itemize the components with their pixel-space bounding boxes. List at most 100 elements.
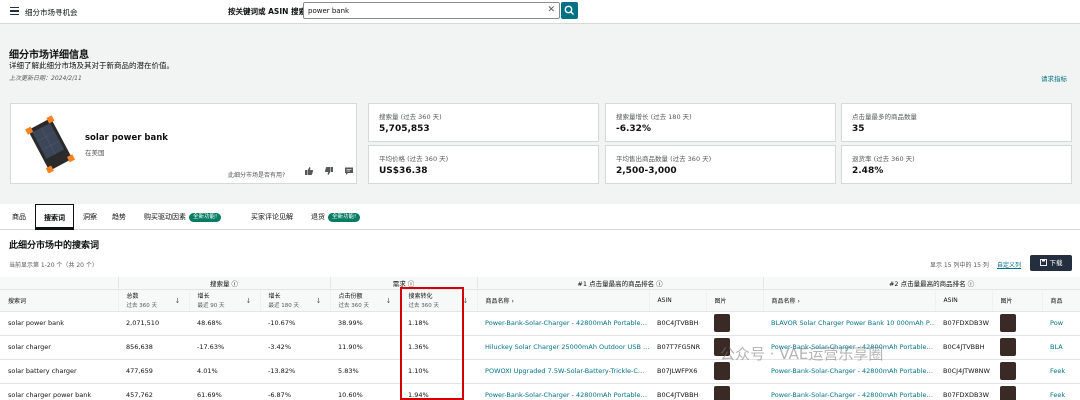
col-image-2: 图片 [992, 289, 1043, 312]
metric-search-volume: 搜索量 (过去 360 天) 5,705,853 [368, 103, 599, 142]
tab-bar: 商品 搜索词 洞察 趋势 购买驱动因素 全新功能! 买家评论见解 退货 全新功能! [0, 204, 1080, 230]
tab-search-terms[interactable]: 搜索词 [35, 204, 74, 230]
col-growth-180[interactable]: 增长 最近 180 天 ↓ [260, 289, 331, 312]
product-link[interactable]: Power-Bank-Solar-Charger - 42800mAh Port… [763, 359, 936, 384]
col-asin-2[interactable]: ASIN [935, 289, 993, 312]
col-growth-90[interactable]: 增长 最近 90 天 ↓ [189, 289, 261, 312]
metric-label: 平均价格 (过去 360 天) [379, 155, 449, 163]
group-top1-product: #1 点击量最高的商品排名 ⓘ [477, 277, 764, 290]
tab-products[interactable]: 商品 [12, 204, 26, 230]
table-row: solar charger 856,638 -17.63% -3.42% 11.… [0, 335, 1080, 360]
product-link[interactable]: Hiluckey Solar Charger 25000mAh Outdoor … [477, 335, 650, 360]
page-subtitle: 详细了解此细分市场及其对于新商品的潜在价值。 [9, 61, 174, 70]
sort-arrow-icon: ↓ [385, 296, 392, 305]
product-thumbnail[interactable] [1000, 314, 1017, 332]
title-area: 细分市场详细信息 详细了解此细分市场及其对于新商品的潜在价值。 上次更新日期：2… [0, 25, 1080, 93]
product-thumbnail[interactable] [714, 338, 731, 356]
metric-value: 35 [852, 124, 865, 134]
product-thumbnail[interactable] [714, 386, 731, 400]
product-link[interactable]: Power-Bank-Solar-Charger - 42800mAh Port… [763, 383, 936, 400]
metric-label: 点击量最多的商品数量 [852, 113, 917, 121]
col-product-name-2[interactable]: 商品名称 › [763, 289, 936, 312]
search-icon [564, 5, 575, 16]
sort-arrow-icon: ↓ [174, 296, 181, 305]
product-thumbnail[interactable] [714, 362, 731, 380]
metric-return-rate: 退货率 (过去 360 天) 2.48% [841, 145, 1072, 184]
product-link[interactable]: Power-Bank-Solar-Charger - 42800mAh Port… [477, 383, 650, 400]
tab-trends[interactable]: 趋势 [112, 204, 126, 230]
metric-value: 5,705,853 [379, 124, 430, 134]
col-total[interactable]: 总数 过去 360 天 ↓ [118, 289, 190, 312]
table-row: solar charger power bank 457,762 61.69% … [0, 383, 1080, 400]
new-feature-badge: 全新功能! [328, 212, 361, 222]
tab-purchase-drivers[interactable]: 购买驱动因素 全新功能! [144, 204, 222, 230]
product-link[interactable]: Pow [1042, 311, 1080, 336]
menu-icon[interactable] [10, 7, 19, 16]
thumbs-down-icon[interactable] [324, 166, 334, 176]
cell-search-term[interactable]: solar battery charger [0, 359, 118, 384]
cell-search-term[interactable]: solar charger power bank [0, 383, 118, 400]
tab-returns[interactable]: 退货 全新功能! [311, 204, 361, 230]
col-search-term[interactable]: 搜索词 [0, 289, 119, 312]
search-box: ✕ [303, 2, 560, 19]
sort-arrow-icon: ↓ [315, 296, 322, 305]
metric-label: 退货率 (过去 360 天) [852, 155, 915, 163]
tab-insights[interactable]: 洞察 [83, 204, 97, 230]
close-icon[interactable]: ✕ [547, 5, 555, 16]
metric-top-clicked-count: 点击量最多的商品数量 35 [841, 103, 1072, 142]
product-link[interactable]: BLAVOR Solar Charger Power Bank 10 000mA… [763, 311, 936, 336]
product-name: solar power bank [85, 133, 168, 143]
cell-search-term[interactable]: solar power bank [0, 311, 118, 336]
download-button[interactable]: 下载 [1030, 255, 1072, 271]
table-row: solar battery charger 477,659 4.01% -13.… [0, 359, 1080, 384]
product-link[interactable]: BLA [1042, 335, 1080, 360]
col-image-1: 图片 [706, 289, 764, 312]
col-product-name-1[interactable]: 商品名称 › [477, 289, 650, 312]
product-link[interactable]: Power-Bank-Solar-Charger - 42800mAh Port… [477, 311, 650, 336]
product-link[interactable]: Power-Bank-Solar-Charger - 42800mAh Port… [763, 335, 936, 360]
column-count: 显示 15 列中的 15 列 [930, 262, 989, 269]
group-demand: 需求 ⓘ [330, 277, 478, 290]
search-label: 按关键词或 ASIN 搜索 [228, 7, 306, 16]
cell-search-term[interactable]: solar charger [0, 335, 118, 360]
product-thumbnail[interactable] [1000, 362, 1017, 380]
product-thumbnail[interactable] [1000, 338, 1017, 356]
thumbs-up-icon[interactable] [304, 166, 314, 176]
table-group-header: 搜索量 ⓘ 需求 ⓘ #1 点击量最高的商品排名 ⓘ #2 点击量最高的商品排名… [0, 277, 1080, 290]
col-asin-1[interactable]: ASIN [649, 289, 707, 312]
metric-label: 搜索量 (过去 360 天) [379, 113, 442, 121]
sort-arrow-icon: ↓ [462, 296, 469, 305]
search-terms-table: 搜索量 ⓘ 需求 ⓘ #1 点击量最高的商品排名 ⓘ #2 点击量最高的商品排名… [0, 277, 1080, 400]
product-link[interactable]: Feek [1042, 359, 1080, 384]
metric-value: 2.48% [852, 166, 884, 176]
customize-columns-link[interactable]: 自定义列 [997, 260, 1021, 269]
search-button[interactable] [561, 2, 578, 19]
last-updated: 上次更新日期：2024/2/11 [9, 75, 82, 82]
product-link[interactable]: Feek [1042, 383, 1080, 400]
metric-label: 平均售出商品数量 (过去 360 天) [616, 155, 712, 163]
col-product-3[interactable]: 商品 [1042, 289, 1080, 312]
metric-search-growth: 搜索量增长 (过去 180 天) -6.32% [605, 103, 836, 142]
top-bar: 细分市场寻机会 按关键词或 ASIN 搜索 ✕ [0, 0, 1080, 24]
col-click-share[interactable]: 点击份额 过去 360 天 ↓ [330, 289, 401, 312]
col-conversion[interactable]: 搜索转化 过去 360 天 ↓ [400, 289, 478, 312]
sort-arrow-icon: ↓ [245, 296, 252, 305]
metric-avg-units-sold: 平均售出商品数量 (过去 360 天) 2,500-3,000 [605, 145, 836, 184]
helpful-question: 此细分市场是否有用? [228, 172, 286, 179]
metric-label: 搜索量增长 (过去 180 天) [616, 113, 692, 121]
app-title: 细分市场寻机会 [25, 8, 78, 17]
table-column-header: 搜索词 总数 过去 360 天 ↓ 增长 最近 90 天 ↓ 增长 最近 180 天 ↓ 点… [0, 289, 1080, 312]
section-title: 此细分市场中的搜索词 [9, 241, 100, 251]
request-metrics-link[interactable]: 请求指标 [1041, 73, 1067, 83]
metric-value: US$36.38 [379, 166, 428, 176]
product-thumbnail[interactable] [714, 314, 731, 332]
power-bank-image-icon [25, 115, 76, 173]
metric-value: -6.32% [616, 124, 651, 134]
comment-icon[interactable] [344, 166, 354, 176]
search-input[interactable] [308, 5, 538, 16]
product-thumbnail[interactable] [1000, 386, 1017, 400]
tab-review-insights[interactable]: 买家评论见解 [251, 204, 293, 230]
product-card: solar power bank 在美国 此细分市场是否有用? [10, 103, 357, 184]
search-terms-section: 此细分市场中的搜索词 当前显示第 1-20 个（共 20 个） 显示 15 列中… [0, 230, 1080, 400]
product-link[interactable]: POWOXI Upgraded 7.5W-Solar-Battery-Trick… [477, 359, 650, 384]
